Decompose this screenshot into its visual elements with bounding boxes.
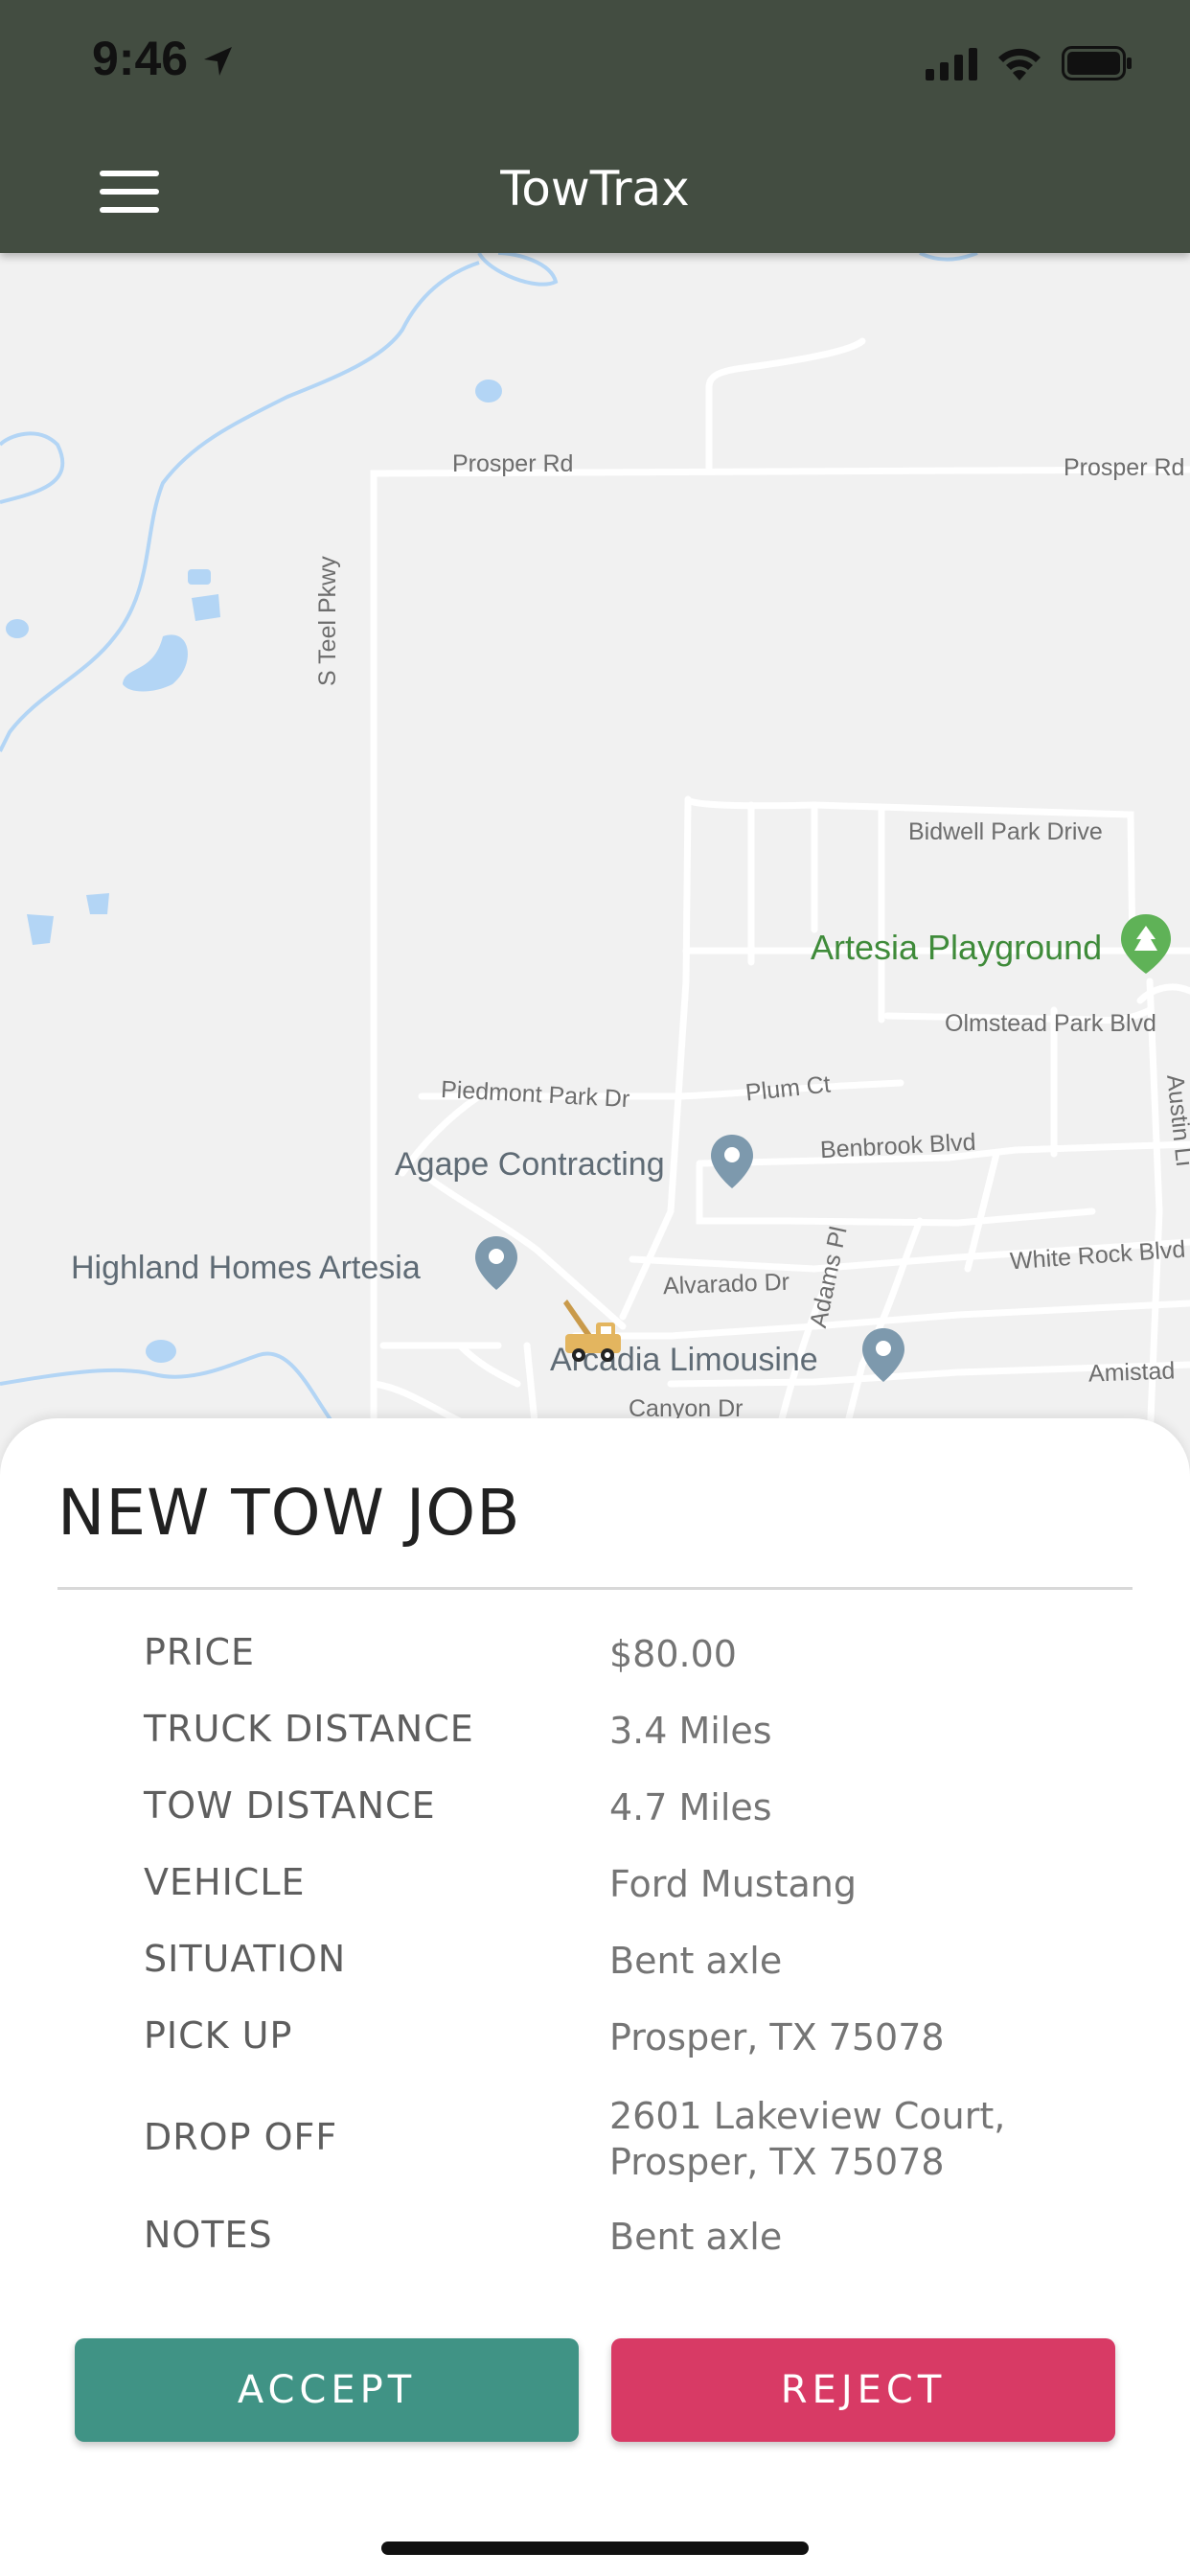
field-value: Prosper, TX 75078 (609, 2016, 945, 2058)
field-label: TOW DISTANCE (144, 1784, 436, 1827)
field-value: Ford Mustang (609, 1863, 857, 1905)
field-value: 3.4 Miles (609, 1710, 772, 1752)
field-label: NOTES (144, 2214, 273, 2256)
poi-label[interactable]: Highland Homes Artesia (71, 1250, 421, 1287)
app-title: TowTrax (500, 161, 690, 217)
status-icons (926, 42, 1133, 84)
map-view[interactable]: Prosper Rd Prosper Rd S Teel Pkwy Bidwel… (0, 253, 1190, 1441)
park-marker[interactable] (1121, 914, 1171, 974)
field-value: $80.00 (609, 1633, 737, 1675)
location-arrow-icon (204, 47, 232, 76)
map-pin-icon[interactable] (860, 1326, 906, 1384)
reject-button[interactable]: REJECT (611, 2338, 1115, 2442)
field-label: SITUATION (144, 1938, 347, 1980)
field-label: PICK UP (144, 2014, 293, 2057)
field-value: 2601 Lakeview Court, (609, 2095, 1006, 2137)
field-value-line2: Prosper, TX 75078 (609, 2141, 945, 2183)
field-value: 4.7 Miles (609, 1786, 772, 1828)
cellular-signal-icon (926, 46, 977, 80)
field-label: TRUCK DISTANCE (144, 1708, 474, 1750)
app-header: 9:46 TowTrax (0, 0, 1190, 253)
accept-button[interactable]: ACCEPT (75, 2338, 579, 2442)
tow-truck-icon[interactable] (561, 1296, 625, 1365)
poi-label[interactable]: Agape Contracting (395, 1146, 665, 1184)
map-pin-icon[interactable] (473, 1234, 519, 1292)
road-label: Amistad (1087, 1357, 1176, 1388)
road-label: Prosper Rd (1064, 454, 1185, 481)
park-label[interactable]: Artesia Playground (811, 928, 1102, 968)
field-value: Bent axle (609, 2216, 783, 2258)
home-indicator[interactable] (381, 2542, 809, 2555)
map-pin-icon[interactable] (709, 1133, 755, 1190)
road-label: Prosper Rd (452, 450, 574, 477)
road-label: S Teel Pkwy (314, 556, 341, 686)
job-details-sheet: NEW TOW JOB PRICE $80.00 TRUCK DISTANCE … (0, 1418, 1190, 2576)
road-label: Alvarado Dr (662, 1268, 790, 1300)
field-label: DROP OFF (144, 2116, 338, 2158)
wifi-icon (998, 48, 1041, 80)
status-time: 9:46 (92, 32, 189, 85)
battery-icon (1062, 46, 1132, 80)
divider (57, 1587, 1133, 1590)
sheet-title: NEW TOW JOB (57, 1476, 521, 1550)
road-label: Olmstead Park Blvd (945, 1010, 1156, 1037)
field-value: Bent axle (609, 1940, 783, 1982)
field-label: PRICE (144, 1631, 256, 1673)
road-label: Bidwell Park Drive (908, 818, 1103, 845)
field-label: VEHICLE (144, 1861, 306, 1903)
